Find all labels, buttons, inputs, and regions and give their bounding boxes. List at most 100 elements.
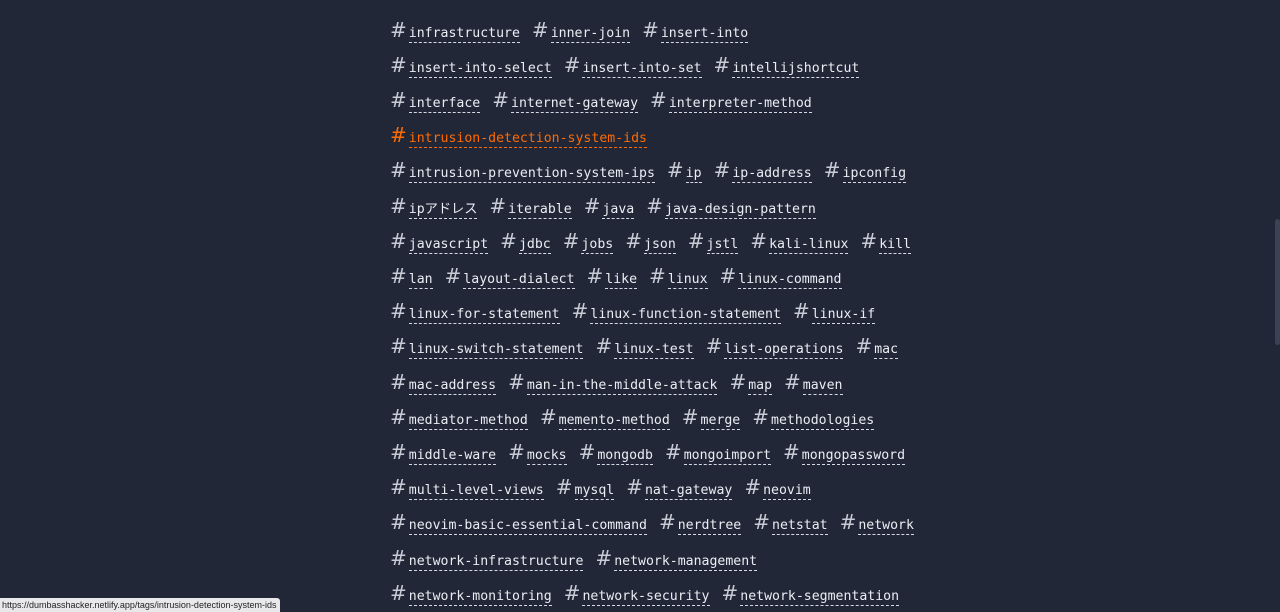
tag-label: netstat (772, 518, 828, 536)
tag-row: # insert-into-select # insert-into-set # inte… (390, 54, 871, 78)
tag-link[interactable]: # mysql (555, 475, 615, 501)
tag-row: # multi-level-views # mysql # nat-gateway # neo… (390, 477, 823, 501)
tag-link[interactable]: # mongodb (579, 442, 653, 465)
hash-icon: # (390, 263, 407, 288)
tag-link[interactable]: # mac (855, 336, 899, 360)
tag-label: linux-command (738, 271, 842, 289)
tag-link[interactable]: # multi-level-views (390, 477, 544, 501)
tag-link[interactable]: # list-operations (706, 336, 844, 360)
tag-link[interactable]: # java-design-pattern (646, 196, 816, 219)
tag-link[interactable]: # map (729, 372, 773, 395)
hash-icon: # (539, 404, 557, 429)
tag-link[interactable]: # jdbc (500, 231, 551, 254)
hash-icon: # (750, 228, 768, 253)
tag-link[interactable]: # inner-join (531, 17, 631, 43)
tag-link[interactable]: # internet-gateway (492, 90, 639, 113)
tag-link[interactable]: # maven (784, 372, 843, 395)
tag-label: memento-method (558, 412, 670, 430)
hash-icon: # (563, 580, 581, 605)
tag-link[interactable]: # kali-linux (750, 228, 849, 254)
tag-link[interactable]: # intrusion-prevention-system-ips (390, 160, 655, 184)
tag-link[interactable]: # network-security (564, 583, 710, 606)
tag-link[interactable]: # json (625, 231, 676, 254)
tag-link[interactable]: # mongopassword (783, 442, 906, 465)
hash-icon: # (578, 439, 596, 464)
tag-link[interactable]: # interpreter-method (650, 90, 812, 113)
tag-link[interactable]: # linux-command (720, 266, 842, 289)
scrollbar-thumb[interactable] (1275, 219, 1280, 345)
tag-label: linux-function-statement (590, 307, 781, 325)
hash-icon: # (390, 52, 407, 77)
tag-link[interactable]: # jobs (563, 231, 614, 254)
tag-link[interactable]: # man-in-the-middle-attack (508, 372, 718, 395)
tag-link[interactable]: # neovim (744, 477, 811, 501)
tag-link[interactable]: # network-monitoring (390, 583, 552, 606)
hash-icon: # (390, 545, 407, 570)
hash-icon: # (555, 475, 573, 500)
tag-link[interactable]: # linux-function-statement (571, 299, 781, 325)
tag-link[interactable]: # netstat (753, 510, 828, 536)
tag-label: java-design-pattern (665, 201, 816, 219)
tag-link[interactable]: # ip (666, 158, 702, 184)
hash-icon: # (753, 510, 771, 535)
tag-row: # neovim-basic-essential-command # nerdtree… (390, 512, 926, 536)
tag-link[interactable]: # lan (390, 266, 433, 289)
hash-icon: # (571, 299, 589, 324)
tag-link[interactable]: # merge (682, 407, 741, 430)
tag-link[interactable]: # ipアドレス (390, 193, 478, 219)
tag-label: mac (874, 342, 899, 360)
tag-link[interactable]: # intellijshortcut (714, 55, 860, 78)
hash-icon: # (390, 404, 407, 429)
hash-icon: # (792, 299, 810, 324)
tag-link[interactable]: # linux-test (595, 336, 694, 360)
tag-link[interactable]: # insert-into-set (564, 55, 702, 78)
tag-link[interactable]: # layout-dialect (445, 266, 575, 289)
tag-link[interactable]: # ip-address (713, 158, 812, 184)
tag-link[interactable]: # nerdtree (659, 512, 742, 536)
tag-link[interactable]: # insert-into (642, 20, 749, 43)
tag-link[interactable]: # java (584, 196, 635, 219)
tag-link[interactable]: # insert-into-select (390, 55, 552, 78)
tag-link[interactable]: # ipconfig (824, 160, 907, 184)
tag-label: list-operations (724, 342, 844, 360)
hash-icon: # (713, 158, 731, 183)
tag-link[interactable]: # mediator-method (390, 407, 528, 430)
tag-link[interactable]: # mac-address (390, 372, 497, 395)
tag-link[interactable]: # jstl (688, 231, 739, 254)
tag-row: # mac-address # man-in-the-middle-attack # ma… (390, 371, 855, 395)
tag-link[interactable]: # iterable (489, 196, 572, 219)
tag-link[interactable]: # intrusion-detection-system-ids (390, 125, 647, 149)
tag-label: network-management (614, 553, 758, 571)
tag-link[interactable]: # network-management (595, 548, 758, 571)
tag-link[interactable]: # memento-method (540, 407, 670, 430)
hash-icon: # (390, 193, 407, 218)
tag-label: intrusion-detection-system-ids (408, 131, 647, 149)
hash-icon: # (531, 17, 549, 42)
tag-row: # intrusion-prevention-system-ips # ip # ip-a… (390, 160, 918, 184)
tag-link[interactable]: # kill (860, 231, 911, 254)
tag-link[interactable]: # network-infrastructure (390, 545, 584, 571)
tag-link[interactable]: # javascript (390, 231, 489, 254)
tag-label: mocks (526, 447, 567, 465)
tag-link[interactable]: # network (840, 512, 914, 536)
tag-label: linux-for-statement (408, 307, 560, 325)
tag-label: linux-test (614, 342, 694, 360)
tag-link[interactable]: # linux-for-statement (390, 301, 560, 325)
tag-link[interactable]: # middle-ware (390, 442, 497, 465)
tag-link[interactable]: # interface (390, 90, 481, 113)
tag-link[interactable]: # methodologies (752, 407, 875, 430)
tag-link[interactable]: # neovim-basic-essential-command (390, 512, 647, 536)
hash-icon: # (666, 158, 684, 183)
tag-label: intrusion-prevention-system-ips (408, 166, 655, 184)
tag-link[interactable]: # linux-switch-statement (390, 336, 584, 360)
tag-link[interactable]: # like (587, 266, 638, 289)
tag-label: linux-switch-statement (408, 342, 584, 360)
tag-link[interactable]: # linux (649, 266, 708, 289)
tag-link[interactable]: # linux-if (792, 299, 876, 325)
tag-link[interactable]: # network-segmentation (722, 583, 900, 606)
tag-link[interactable]: # infrastructure (390, 20, 520, 43)
tag-link[interactable]: # mongoimport (665, 442, 772, 465)
tag-link[interactable]: # nat-gateway (626, 477, 733, 501)
tag-label: ip-address (732, 166, 812, 184)
tag-link[interactable]: # mocks (508, 442, 567, 465)
